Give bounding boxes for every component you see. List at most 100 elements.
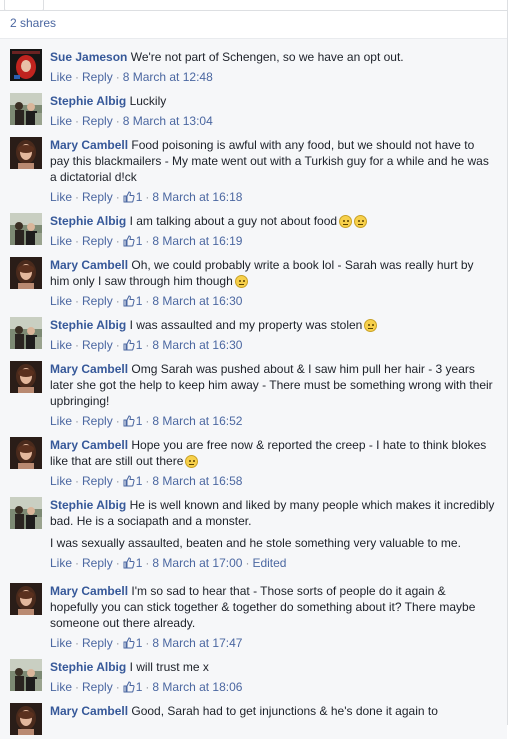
separator: · xyxy=(145,414,150,428)
comment-actions: Like · Reply · 8 March at 13:04 xyxy=(50,113,495,129)
comment-text-block: Stephie Albig I am talking about a guy n… xyxy=(50,213,495,229)
like-button[interactable]: Like xyxy=(50,636,72,650)
separator: · xyxy=(145,190,150,204)
shares-count[interactable]: 2 shares xyxy=(10,16,56,30)
avatar[interactable] xyxy=(10,497,42,529)
comment-timestamp[interactable]: 8 March at 18:06 xyxy=(152,680,242,694)
reply-button[interactable]: Reply xyxy=(82,234,113,248)
comment-timestamp[interactable]: 8 March at 16:52 xyxy=(152,414,242,428)
separator: · xyxy=(145,556,150,570)
comment-timestamp[interactable]: 8 March at 13:04 xyxy=(123,114,213,128)
separator: · xyxy=(145,338,150,352)
like-button[interactable]: Like xyxy=(50,234,72,248)
shares-link[interactable]: 2 shares xyxy=(10,16,56,30)
like-button[interactable]: Like xyxy=(50,294,72,308)
like-button[interactable]: Like xyxy=(50,190,72,204)
like-count[interactable]: 1 xyxy=(123,680,142,694)
reply-button[interactable]: Reply xyxy=(82,114,113,128)
avatar[interactable] xyxy=(10,93,42,125)
reply-button[interactable]: Reply xyxy=(82,474,113,488)
avatar[interactable] xyxy=(10,703,42,735)
like-count-value: 1 xyxy=(135,338,143,352)
comment-actions: Like · Reply · 1 · 8 March at 17:47 xyxy=(50,635,495,651)
avatar[interactable] xyxy=(10,659,42,691)
comment-text-block: Mary Cambell Omg Sarah was pushed about … xyxy=(50,361,495,409)
emoji-icon xyxy=(234,275,248,288)
like-count[interactable]: 1 xyxy=(123,474,143,488)
comment-timestamp[interactable]: 8 March at 12:48 xyxy=(123,70,213,84)
comment-text: Good, Sarah had to get injunctions & he'… xyxy=(131,704,438,718)
thumbs-up-icon xyxy=(123,557,135,569)
emoji-icon xyxy=(354,215,368,228)
like-count[interactable]: 1 xyxy=(123,190,142,204)
comment-author-link[interactable]: Stephie Albig xyxy=(50,94,126,108)
separator: · xyxy=(75,114,80,128)
comment-text-block: Stephie Albig He is well known and liked… xyxy=(50,497,495,529)
comment-timestamp[interactable]: 8 March at 17:00 xyxy=(152,556,242,570)
reply-button[interactable]: Reply xyxy=(82,556,113,570)
comment-text: I am talking about a guy not about food xyxy=(129,214,338,228)
reply-button[interactable]: Reply xyxy=(82,190,113,204)
comment-timestamp[interactable]: 8 March at 16:19 xyxy=(152,234,242,248)
like-count-value: 1 xyxy=(135,556,143,570)
like-button[interactable]: Like xyxy=(50,114,72,128)
comment-timestamp[interactable]: 8 March at 16:18 xyxy=(152,190,242,204)
comment-text-block: Mary Cambell Oh, we could probably write… xyxy=(50,257,495,289)
avatar[interactable] xyxy=(10,583,42,615)
separator: · xyxy=(75,190,80,204)
comment-author-link[interactable]: Stephie Albig xyxy=(50,214,126,228)
reply-button[interactable]: Reply xyxy=(82,636,113,650)
like-button[interactable]: Like xyxy=(50,414,72,428)
edited-link[interactable]: Edited xyxy=(252,556,286,570)
comment-text-block: Stephie Albig I was assaulted and my pro… xyxy=(50,317,495,333)
comment-timestamp[interactable]: 8 March at 16:30 xyxy=(152,338,242,352)
avatar[interactable] xyxy=(10,49,42,81)
like-button[interactable]: Like xyxy=(50,680,72,694)
comment-author-link[interactable]: Mary Cambell xyxy=(50,584,128,598)
comment-timestamp[interactable]: 8 March at 17:47 xyxy=(152,636,242,650)
like-button[interactable]: Like xyxy=(50,474,72,488)
reply-button[interactable]: Reply xyxy=(82,680,113,694)
comment-author-link[interactable]: Mary Cambell xyxy=(50,704,128,718)
comment-body: Mary Cambell Oh, we could probably write… xyxy=(50,257,495,309)
like-button[interactable]: Like xyxy=(50,70,72,84)
like-button[interactable]: Like xyxy=(50,556,72,570)
comment-author-link[interactable]: Mary Cambell xyxy=(50,138,128,152)
comment-author-link[interactable]: Stephie Albig xyxy=(50,318,126,332)
separator: · xyxy=(145,294,150,308)
comment-actions: Like · Reply · 1 · 8 March at 16:58 xyxy=(50,473,495,489)
comment-author-link[interactable]: Stephie Albig xyxy=(50,498,126,512)
separator: · xyxy=(75,636,80,650)
separator: · xyxy=(115,680,120,694)
comment-author-link[interactable]: Mary Cambell xyxy=(50,258,128,272)
avatar[interactable] xyxy=(10,317,42,349)
reply-button[interactable]: Reply xyxy=(82,414,113,428)
comment-text-block: Mary Cambell Good, Sarah had to get inju… xyxy=(50,703,495,719)
like-count-value: 1 xyxy=(135,414,143,428)
comment-timestamp[interactable]: 8 March at 16:58 xyxy=(152,474,242,488)
separator: · xyxy=(115,114,120,128)
like-button[interactable]: Like xyxy=(50,338,72,352)
like-count[interactable]: 1 xyxy=(123,636,142,650)
comment-author-link[interactable]: Mary Cambell xyxy=(50,438,128,452)
reply-button[interactable]: Reply xyxy=(82,70,113,84)
like-count[interactable]: 1 xyxy=(123,338,143,352)
comment-actions: Like · Reply · 1 · 8 March at 17:00 · Edited xyxy=(50,555,495,571)
avatar[interactable] xyxy=(10,361,42,393)
like-count[interactable]: 1 xyxy=(123,414,143,428)
reply-button[interactable]: Reply xyxy=(82,338,113,352)
comment-author-link[interactable]: Stephie Albig xyxy=(50,660,126,674)
comment-author-link[interactable]: Mary Cambell xyxy=(50,362,128,376)
avatar[interactable] xyxy=(10,257,42,289)
comment-author-link[interactable]: Sue Jameson xyxy=(50,50,127,64)
reply-button[interactable]: Reply xyxy=(82,294,113,308)
comment-timestamp[interactable]: 8 March at 16:30 xyxy=(152,294,242,308)
avatar[interactable] xyxy=(10,213,42,245)
comment-list: Sue Jameson We're not part of Schengen, … xyxy=(0,38,507,739)
avatar[interactable] xyxy=(10,137,42,169)
like-count[interactable]: 1 xyxy=(123,294,142,308)
avatar[interactable] xyxy=(10,437,42,469)
like-count-value: 1 xyxy=(135,474,143,488)
like-count[interactable]: 1 xyxy=(123,556,143,570)
like-count[interactable]: 1 xyxy=(123,234,142,248)
